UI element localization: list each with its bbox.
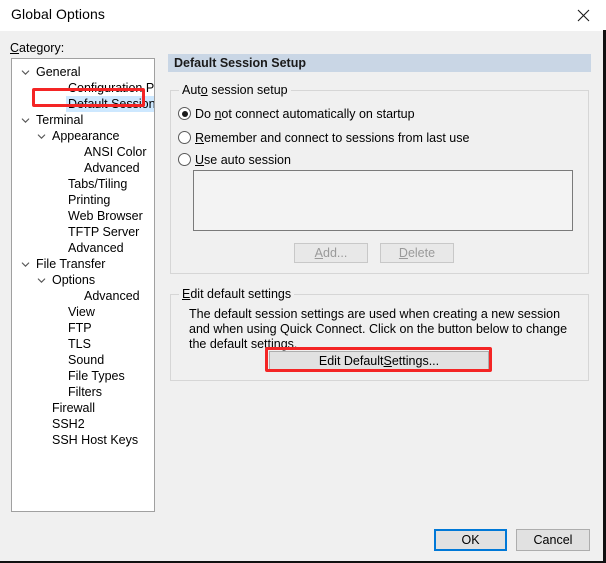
tree-item-label: Sound — [68, 353, 105, 367]
radio-indicator-icon[interactable] — [178, 153, 191, 166]
radio-option-label: Do not connect automatically on startup — [195, 106, 415, 121]
tree-item-printing[interactable]: Printing — [12, 192, 154, 208]
auto-session-setup-group: Auto session setup Do not connect automa… — [170, 83, 589, 274]
tree-item-default-session[interactable]: Default Session — [12, 96, 154, 112]
chevron-down-icon[interactable] — [34, 128, 48, 144]
auto-title-part2: session setup — [207, 83, 288, 97]
edit-default-label-pre: Edit Default — [318, 353, 384, 368]
panel-title: Default Session Setup — [174, 56, 306, 70]
tree-item-label: SSH Host Keys — [52, 433, 139, 447]
tree-item-label: File Types — [68, 369, 125, 383]
auto-session-listbox[interactable] — [193, 170, 573, 231]
edit-default-settings-group: Edit default settings The default sessio… — [170, 287, 589, 381]
tree-item-label: View — [68, 305, 95, 319]
edit-title-text: dit default settings — [190, 287, 292, 301]
tree-item-sound[interactable]: Sound — [12, 352, 154, 368]
chevron-down-icon[interactable] — [34, 272, 48, 288]
tree-item-label: General — [36, 65, 81, 79]
chevron-down-icon[interactable] — [18, 256, 32, 272]
tree-item-label: Web Browser — [68, 209, 143, 223]
radio-indicator-icon[interactable] — [178, 131, 191, 144]
delete-button[interactable]: Delete — [380, 243, 454, 263]
window-title: Global Options — [11, 6, 106, 22]
category-tree-list: General Configuration PathsDefault Sessio… — [12, 59, 154, 448]
radio-option-mnemonic: n — [214, 106, 222, 121]
close-button[interactable] — [560, 0, 606, 30]
radio-option-mnemonic: U — [195, 152, 205, 167]
tree-item-general[interactable]: General — [12, 59, 154, 80]
category-label: Category: — [10, 41, 64, 55]
tree-item-ssh-host-keys[interactable]: SSH Host Keys — [12, 432, 154, 448]
tree-item-ansi-color[interactable]: ANSI Color — [12, 144, 154, 160]
radio-option-2[interactable]: Remember and connect to sessions from la… — [178, 129, 469, 146]
tree-item-label: Advanced — [68, 241, 124, 255]
global-options-dialog: Global Options Category: General Configur… — [0, 0, 606, 563]
tree-item-label: Configuration Paths — [68, 81, 155, 95]
tree-item-label: Filters — [68, 385, 103, 399]
tree-item-options[interactable]: Options — [12, 272, 154, 288]
radio-option-mnemonic: R — [195, 130, 205, 145]
tree-item-label: Appearance — [52, 129, 120, 143]
close-icon — [577, 9, 590, 22]
tree-item-view[interactable]: View — [12, 304, 154, 320]
tree-item-label: Advanced — [84, 161, 140, 175]
tree-item-ssh2[interactable]: SSH2 — [12, 416, 154, 432]
tree-item-firewall[interactable]: Firewall — [12, 400, 154, 416]
tree-item-label: Options — [52, 273, 96, 287]
tree-item-tftp-server[interactable]: TFTP Server — [12, 224, 154, 240]
tree-item-label: ANSI Color — [84, 145, 147, 159]
tree-item-filters[interactable]: Filters — [12, 384, 154, 400]
tree-item-web-browser[interactable]: Web Browser — [12, 208, 154, 224]
edit-default-settings-title: Edit default settings — [179, 287, 295, 301]
tree-item-label: Firewall — [52, 401, 96, 415]
tree-item-label: TLS — [68, 337, 91, 351]
delete-button-mnemonic: D — [398, 246, 408, 260]
radio-option-label: Remember and connect to sessions from la… — [195, 130, 470, 145]
category-tree[interactable]: General Configuration PathsDefault Sessio… — [11, 58, 155, 512]
tree-item-terminal[interactable]: Terminal — [12, 112, 154, 128]
tree-item-label: Tabs/Tiling — [68, 177, 128, 191]
panel-header-bar: Default Session Setup — [168, 54, 591, 72]
tree-item-configuration-paths[interactable]: Configuration Paths — [12, 80, 154, 96]
chevron-down-icon[interactable] — [18, 64, 32, 80]
edit-default-label-post: ettings... — [391, 353, 440, 368]
tree-item-file-types[interactable]: File Types — [12, 368, 154, 384]
tree-item-file-transfer[interactable]: File Transfer — [12, 256, 154, 272]
radio-option-label: Use auto session — [195, 152, 291, 167]
radio-option-1[interactable]: Do not connect automatically on startup — [178, 105, 415, 122]
auto-title-part1: Aut — [182, 83, 201, 97]
auto-session-setup-title: Auto session setup — [179, 83, 291, 97]
title-bar: Global Options — [0, 0, 606, 31]
radio-indicator-icon[interactable] — [178, 107, 191, 120]
tree-item-advanced[interactable]: Advanced — [12, 288, 154, 304]
edit-default-description: The default session settings are used wh… — [189, 307, 568, 351]
category-label-mnemonic: C — [10, 41, 20, 55]
tree-item-ftp[interactable]: FTP — [12, 320, 154, 336]
tree-item-label: Default Session — [66, 96, 154, 112]
tree-item-advanced[interactable]: Advanced — [12, 240, 154, 256]
tree-item-tls[interactable]: TLS — [12, 336, 154, 352]
auto-title-mnemonic: o — [200, 83, 208, 97]
chevron-down-icon[interactable] — [18, 112, 32, 128]
tree-item-label: Advanced — [84, 289, 140, 303]
tree-item-label: File Transfer — [36, 257, 106, 271]
tree-item-label: FTP — [68, 321, 92, 335]
tree-item-tabs-tiling[interactable]: Tabs/Tiling — [12, 176, 154, 192]
add-button-label: dd... — [323, 246, 348, 260]
add-button[interactable]: Add... — [294, 243, 368, 263]
tree-item-advanced[interactable]: Advanced — [12, 160, 154, 176]
edit-default-mnemonic: S — [383, 353, 392, 368]
tree-item-appearance[interactable]: Appearance — [12, 128, 154, 144]
tree-item-label: Printing — [68, 193, 111, 207]
edit-default-settings-button[interactable]: Edit Default Settings... — [269, 351, 489, 370]
cancel-button[interactable]: Cancel — [516, 529, 590, 551]
ok-button[interactable]: OK — [434, 529, 507, 551]
category-label-text: ategory: — [19, 41, 65, 55]
delete-button-label: elete — [407, 246, 436, 260]
tree-item-label: SSH2 — [52, 417, 85, 431]
radio-option-3[interactable]: Use auto session — [178, 151, 291, 168]
tree-item-label: TFTP Server — [68, 225, 140, 239]
add-button-mnemonic: A — [314, 246, 323, 260]
tree-item-label: Terminal — [36, 113, 84, 127]
